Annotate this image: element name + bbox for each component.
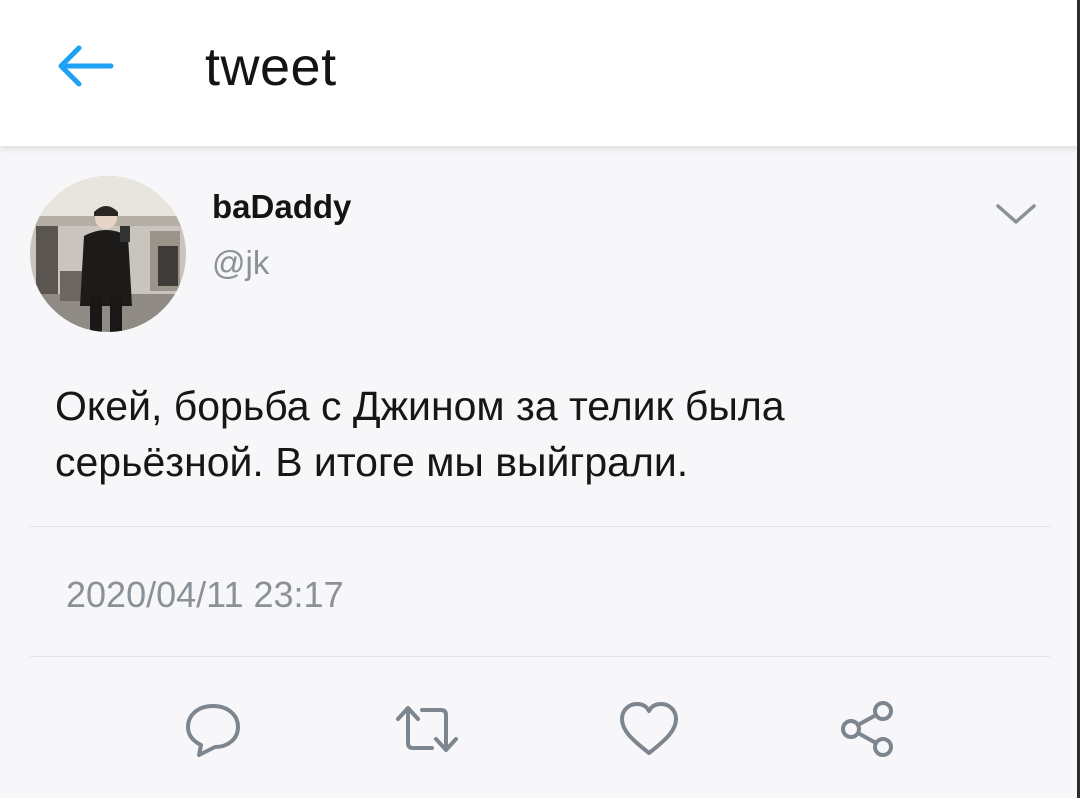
back-button[interactable]: [52, 38, 118, 94]
tweet-menu-button[interactable]: [992, 194, 1040, 234]
avatar[interactable]: [30, 176, 186, 332]
profile-photo: [30, 176, 186, 332]
tweet-timestamp: 2020/04/11 23:17: [66, 574, 344, 615]
retweet-icon: [396, 706, 458, 752]
speech-bubble-icon: [186, 704, 240, 757]
top-bar: tweet: [0, 0, 1080, 146]
tweet-text: Окей, борьба с Джином за телик была серь…: [55, 383, 785, 485]
user-handle[interactable]: @jk: [212, 244, 269, 282]
divider: [30, 656, 1050, 657]
retweet-button[interactable]: [392, 694, 462, 764]
share-icon: [841, 701, 893, 757]
page-title: tweet: [205, 37, 337, 97]
tweet-detail: baDaddy @jk Окей, борьба с Джином за тел…: [0, 146, 1080, 798]
chevron-down-icon: [996, 204, 1036, 224]
arrow-left-icon: [58, 45, 114, 87]
display-name[interactable]: baDaddy: [212, 188, 351, 226]
like-button[interactable]: [614, 694, 684, 764]
heart-icon: [620, 702, 678, 755]
divider: [30, 526, 1050, 527]
share-button[interactable]: [832, 694, 902, 764]
reply-button[interactable]: [178, 694, 248, 764]
